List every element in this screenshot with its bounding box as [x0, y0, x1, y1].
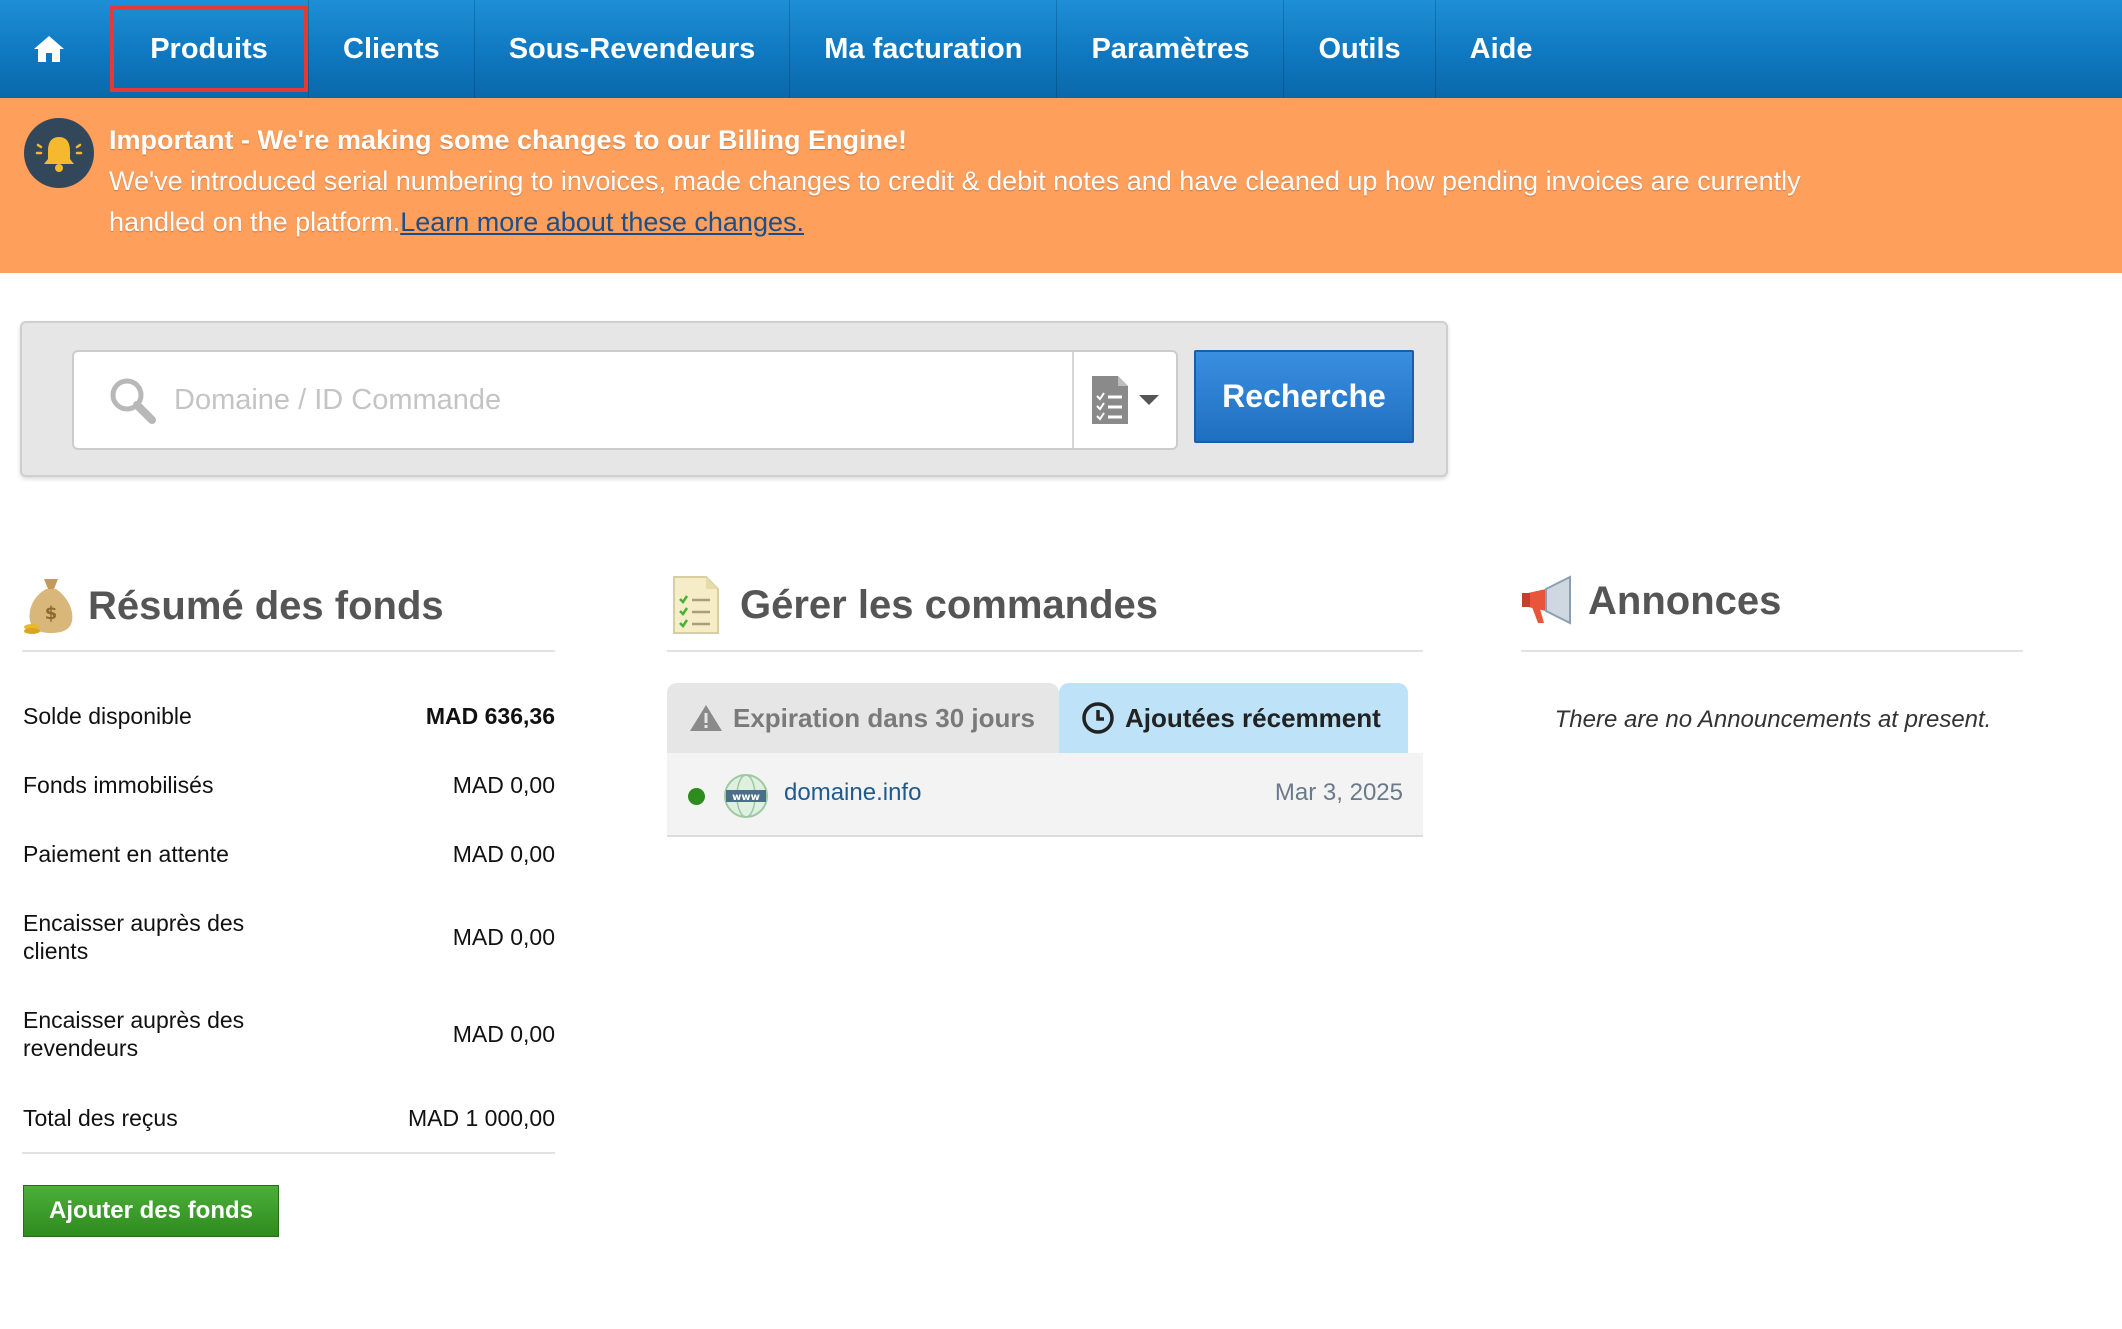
top-navigation: Produits Clients Sous-Revendeurs Ma fact…	[0, 0, 2122, 98]
tab-recent-label: Ajoutées récemment	[1125, 702, 1381, 733]
nav-aide[interactable]: Aide	[1436, 0, 1567, 98]
bell-icon	[24, 118, 94, 188]
orders-title-divider	[667, 650, 1423, 652]
manage-orders-title: Gérer les commandes	[672, 575, 1158, 635]
megaphone-icon	[1522, 575, 1571, 625]
fund-value: MAD 0,00	[452, 1021, 555, 1047]
tab-expiring-label: Expiration dans 30 jours	[733, 702, 1035, 733]
announcements-title: Annonces	[1520, 575, 1781, 627]
announcements-title-divider	[1521, 650, 2023, 652]
fund-label: Total des reçus	[23, 1105, 178, 1131]
nav-sous-revendeurs[interactable]: Sous-Revendeurs	[475, 0, 791, 98]
globe-www-icon: www	[723, 773, 769, 824]
home-button[interactable]	[0, 0, 98, 98]
svg-text:$: $	[45, 603, 58, 624]
svg-text:www: www	[732, 792, 760, 803]
announcements-empty-message: There are no Announcements at present.	[1554, 706, 1992, 733]
search-icon	[108, 376, 158, 431]
fund-row-collect-resellers: Encaisser auprès des revendeurs MAD 0,00	[23, 1006, 555, 1064]
fund-label: Encaisser auprès des revendeurs	[23, 1007, 245, 1061]
fund-row-available: Solde disponible MAD 636,36	[23, 702, 555, 732]
search-panel: Recherche	[20, 321, 1448, 477]
search-input[interactable]	[174, 372, 1054, 428]
fund-value: MAD 0,00	[452, 924, 555, 950]
nav-sous-revendeurs-label: Sous-Revendeurs	[508, 32, 756, 65]
add-funds-button[interactable]: Ajouter des fonds	[23, 1185, 279, 1237]
manage-orders-title-text: Gérer les commandes	[740, 582, 1158, 627]
funds-summary-title: $ Résumé des fonds	[22, 575, 444, 637]
orders-tabs: Expiration dans 30 jours Ajoutées récemm…	[667, 683, 1423, 753]
fund-value: MAD 1 000,00	[407, 1105, 555, 1131]
banner-message: Important - We're making some changes to…	[109, 120, 1809, 243]
nav-aide-label: Aide	[1469, 32, 1533, 65]
tab-expiring-30-days[interactable]: Expiration dans 30 jours	[667, 683, 1059, 753]
fund-label: Solde disponible	[23, 703, 192, 729]
banner-title: Important - We're making some changes to…	[109, 125, 908, 155]
nav-produits-label: Produits	[150, 32, 268, 65]
nav-produits[interactable]: Produits	[110, 6, 308, 92]
search-box	[72, 350, 1178, 450]
nav-ma-facturation-label: Ma facturation	[824, 32, 1023, 65]
document-list-icon	[1092, 376, 1128, 424]
fund-value: MAD 0,00	[452, 772, 555, 798]
announcements-title-text: Annonces	[1588, 578, 1782, 623]
nav-outils-label: Outils	[1318, 32, 1401, 65]
nav-outils[interactable]: Outils	[1284, 0, 1436, 98]
status-active-dot	[688, 788, 705, 805]
order-date: Mar 3, 2025	[1274, 779, 1403, 806]
order-row[interactable]: www domaine.info Mar 3, 2025	[667, 753, 1423, 837]
fund-row-locked: Fonds immobilisés MAD 0,00	[23, 771, 555, 801]
fund-label: Fonds immobilisés	[23, 772, 214, 798]
funds-bottom-divider	[22, 1152, 555, 1154]
funds-summary-title-text: Résumé des fonds	[88, 583, 444, 628]
nav-ma-facturation[interactable]: Ma facturation	[790, 0, 1058, 98]
fund-row-pending-payment: Paiement en attente MAD 0,00	[23, 840, 555, 870]
nav-clients[interactable]: Clients	[309, 0, 475, 98]
checklist-icon	[673, 576, 719, 634]
fund-row-total-receipts: Total des reçus MAD 1 000,00	[23, 1104, 555, 1134]
chevron-down-icon	[1139, 395, 1159, 405]
nav-parametres[interactable]: Paramètres	[1057, 0, 1285, 98]
nav-clients-label: Clients	[343, 32, 440, 65]
fund-value: MAD 0,00	[452, 841, 555, 867]
fund-label: Paiement en attente	[23, 841, 229, 867]
fund-row-collect-clients: Encaisser auprès des clients MAD 0,00	[23, 909, 555, 967]
fund-label: Encaisser auprès des clients	[23, 910, 245, 964]
clock-icon	[1082, 702, 1114, 734]
nav-parametres-label: Paramètres	[1091, 32, 1250, 65]
tab-recently-added[interactable]: Ajoutées récemment	[1059, 683, 1408, 753]
fund-value: MAD 636,36	[425, 703, 555, 729]
funds-title-divider	[22, 650, 555, 652]
search-type-dropdown[interactable]	[1072, 352, 1176, 448]
banner-body: We've introduced serial numbering to inv…	[109, 166, 1801, 237]
search-button[interactable]: Recherche	[1194, 350, 1414, 443]
money-bag-icon: $	[24, 579, 73, 634]
learn-more-link[interactable]: Learn more about these changes.	[400, 207, 804, 237]
home-icon	[34, 36, 64, 62]
warning-icon	[690, 705, 722, 731]
order-domain-link[interactable]: domaine.info	[784, 779, 921, 807]
